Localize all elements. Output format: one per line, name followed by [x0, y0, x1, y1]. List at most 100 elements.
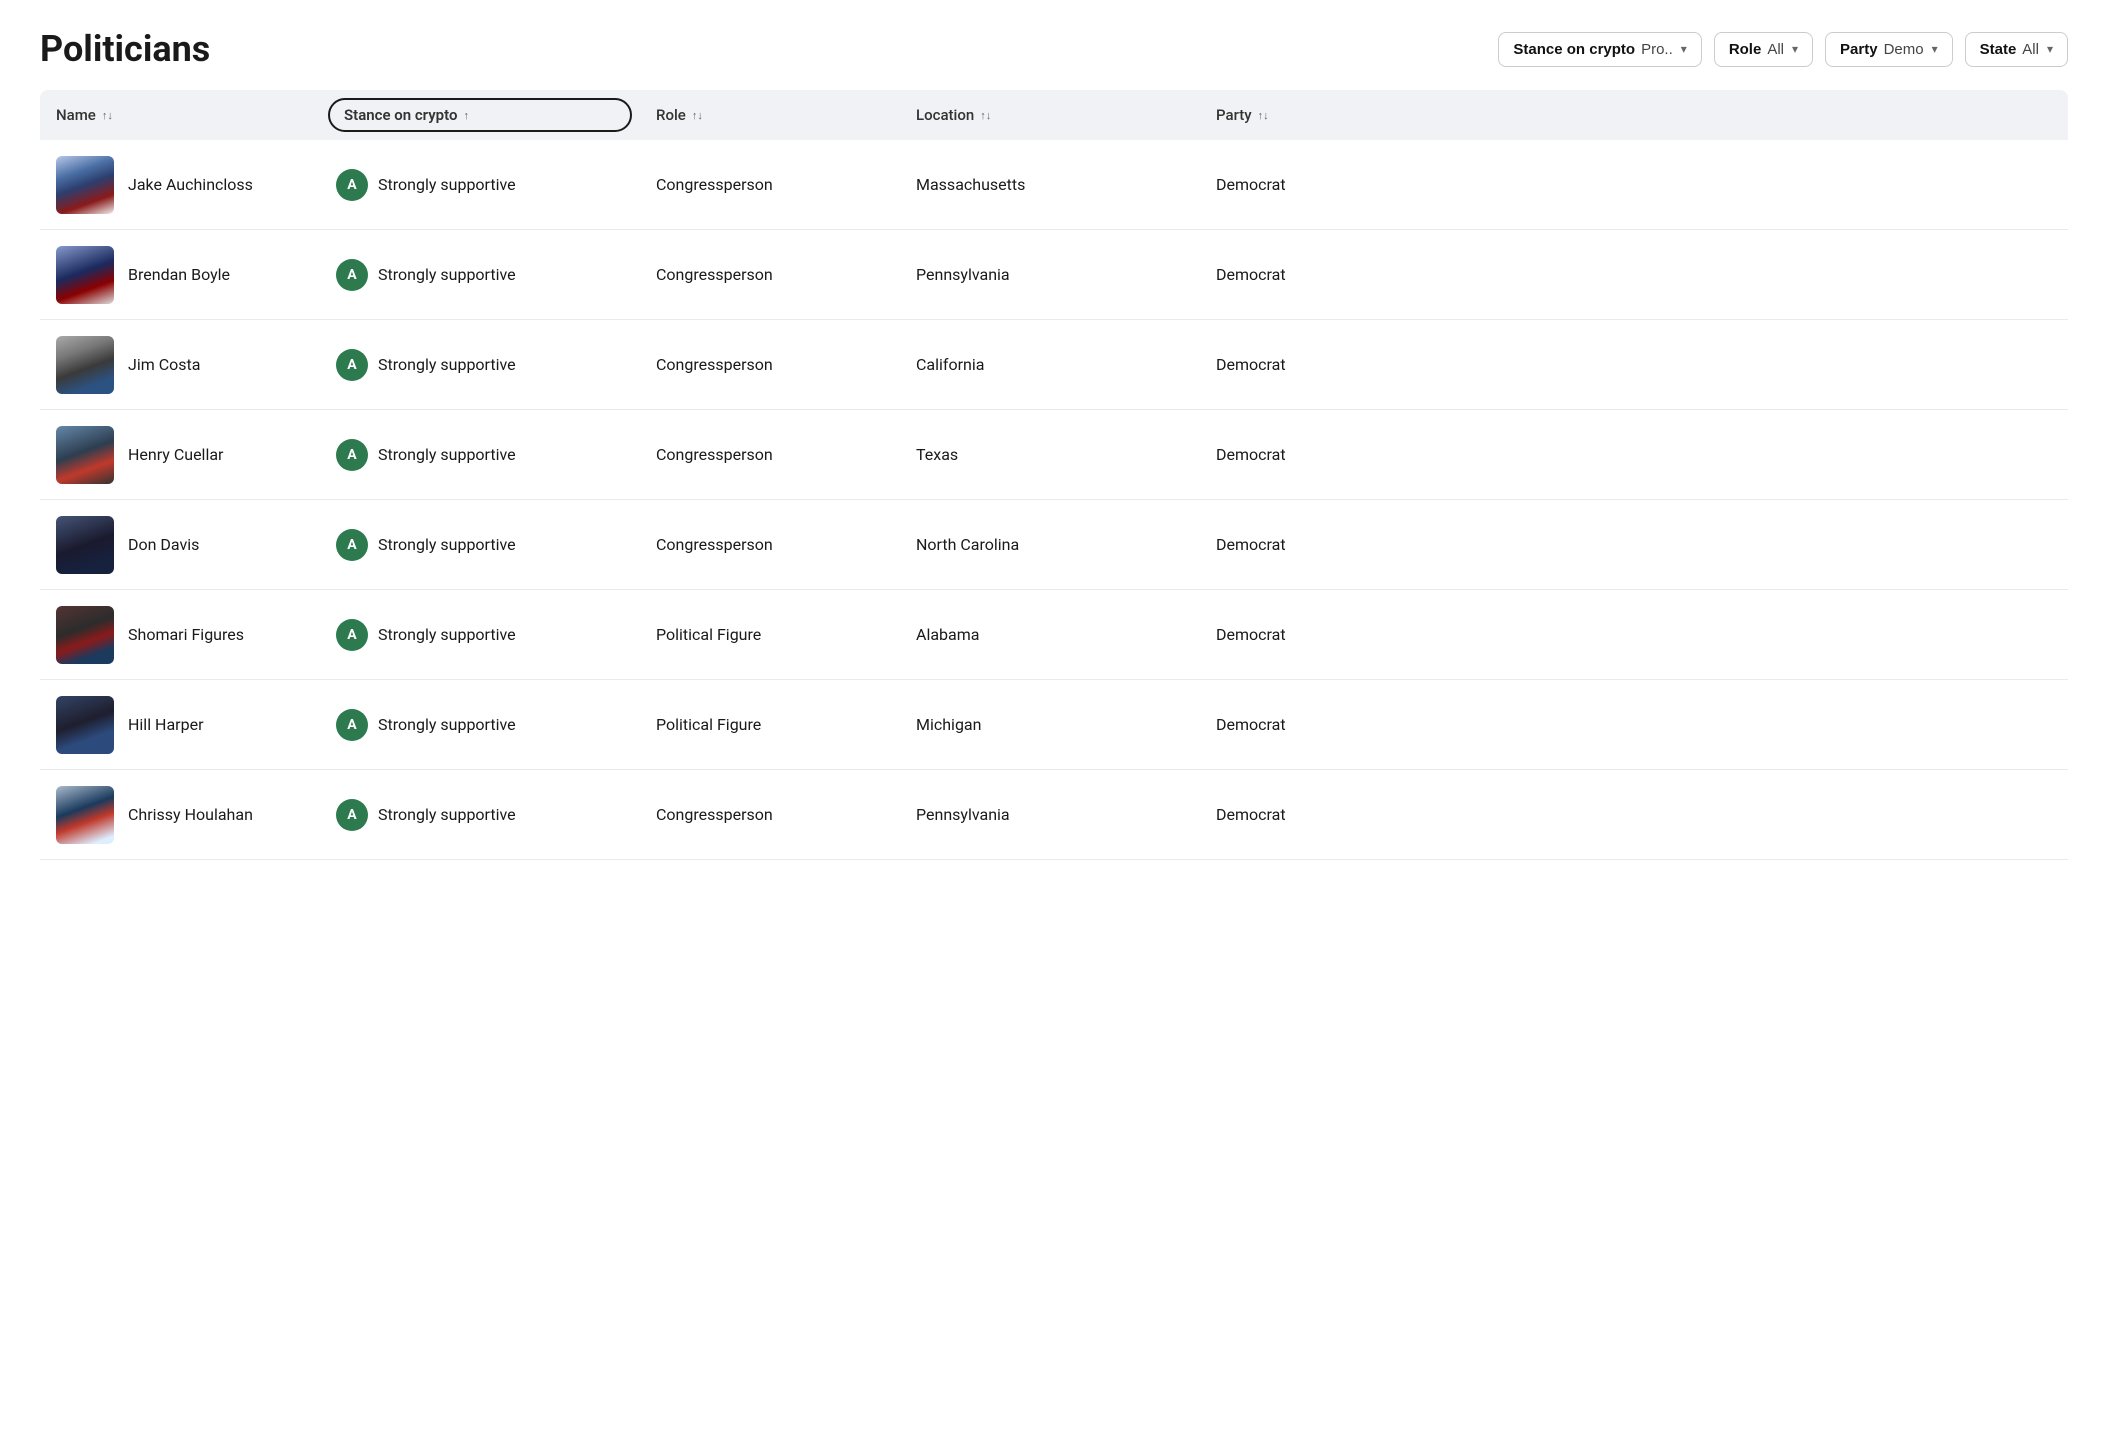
location-cell: Alabama	[900, 625, 1200, 644]
table-row[interactable]: Chrissy Houlahan A Strongly supportive C…	[40, 770, 2068, 860]
stance-text: Strongly supportive	[378, 805, 516, 824]
politician-name: Don Davis	[128, 535, 199, 554]
name-cell: Don Davis	[40, 516, 320, 574]
page-header: Politicians Stance on crypto Pro.. ▾ Rol…	[0, 0, 2108, 90]
location-cell: Massachusetts	[900, 175, 1200, 194]
politician-name: Jim Costa	[128, 355, 200, 374]
location-cell: California	[900, 355, 1200, 374]
col-location-label: Location	[916, 106, 974, 124]
stance-cell: A Strongly supportive	[320, 349, 640, 381]
stance-filter[interactable]: Stance on crypto Pro.. ▾	[1498, 32, 1701, 67]
role-cell: Congressperson	[640, 805, 900, 824]
politicians-table: Name ↑↓ Stance on crypto ↑ Role ↑↓ Locat…	[0, 90, 2108, 860]
table-body: Jake Auchincloss A Strongly supportive C…	[40, 140, 2068, 860]
stance-filter-value: Pro..	[1641, 41, 1673, 58]
location-cell: Pennsylvania	[900, 265, 1200, 284]
name-cell: Jake Auchincloss	[40, 156, 320, 214]
stance-cell: A Strongly supportive	[320, 529, 640, 561]
col-stance-label: Stance on crypto	[344, 106, 457, 124]
stance-badge: A	[336, 619, 368, 651]
stance-badge: A	[336, 259, 368, 291]
page-title: Politicians	[40, 28, 1482, 70]
avatar-face	[56, 516, 114, 574]
col-role[interactable]: Role ↑↓	[640, 104, 900, 126]
avatar	[56, 156, 114, 214]
state-filter-label: State	[1980, 41, 2017, 58]
avatar	[56, 516, 114, 574]
role-cell: Congressperson	[640, 445, 900, 464]
party-cell: Democrat	[1200, 175, 1400, 194]
col-party-sort: ↑↓	[1258, 110, 1269, 121]
stance-text: Strongly supportive	[378, 445, 516, 464]
location-cell: Pennsylvania	[900, 805, 1200, 824]
politician-name: Shomari Figures	[128, 625, 244, 644]
col-name[interactable]: Name ↑↓	[40, 104, 320, 126]
table-row[interactable]: Shomari Figures A Strongly supportive Po…	[40, 590, 2068, 680]
col-location[interactable]: Location ↑↓	[900, 104, 1200, 126]
state-filter-chevron: ▾	[2047, 42, 2053, 56]
location-cell: Texas	[900, 445, 1200, 464]
party-cell: Democrat	[1200, 355, 1400, 374]
role-filter-chevron: ▾	[1792, 42, 1798, 56]
table-header: Name ↑↓ Stance on crypto ↑ Role ↑↓ Locat…	[40, 90, 2068, 140]
stance-text: Strongly supportive	[378, 625, 516, 644]
table-row[interactable]: Don Davis A Strongly supportive Congress…	[40, 500, 2068, 590]
location-cell: Michigan	[900, 715, 1200, 734]
state-filter[interactable]: State All ▾	[1965, 32, 2068, 67]
stance-filter-chevron: ▾	[1681, 42, 1687, 56]
avatar-face	[56, 426, 114, 484]
stance-cell: A Strongly supportive	[320, 799, 640, 831]
stance-badge: A	[336, 349, 368, 381]
col-role-sort: ↑↓	[692, 110, 703, 121]
col-name-sort: ↑↓	[102, 110, 113, 121]
table-row[interactable]: Jim Costa A Strongly supportive Congress…	[40, 320, 2068, 410]
avatar-face	[56, 696, 114, 754]
stance-badge: A	[336, 529, 368, 561]
state-filter-value: All	[2022, 41, 2039, 58]
role-cell: Congressperson	[640, 265, 900, 284]
avatar	[56, 606, 114, 664]
party-filter-value: Demo	[1884, 41, 1924, 58]
name-cell: Jim Costa	[40, 336, 320, 394]
role-cell: Congressperson	[640, 535, 900, 554]
party-filter-chevron: ▾	[1932, 42, 1938, 56]
party-cell: Democrat	[1200, 445, 1400, 464]
stance-badge: A	[336, 169, 368, 201]
col-location-sort: ↑↓	[980, 110, 991, 121]
avatar	[56, 696, 114, 754]
role-filter[interactable]: Role All ▾	[1714, 32, 1813, 67]
role-cell: Congressperson	[640, 175, 900, 194]
stance-badge: A	[336, 799, 368, 831]
name-cell: Brendan Boyle	[40, 246, 320, 304]
party-cell: Democrat	[1200, 625, 1400, 644]
stance-text: Strongly supportive	[378, 265, 516, 284]
stance-badge: A	[336, 709, 368, 741]
table-row[interactable]: Henry Cuellar A Strongly supportive Cong…	[40, 410, 2068, 500]
party-cell: Democrat	[1200, 805, 1400, 824]
table-row[interactable]: Hill Harper A Strongly supportive Politi…	[40, 680, 2068, 770]
location-cell: North Carolina	[900, 535, 1200, 554]
stance-filter-label: Stance on crypto	[1513, 41, 1635, 58]
avatar	[56, 246, 114, 304]
col-name-label: Name	[56, 106, 96, 124]
stance-cell: A Strongly supportive	[320, 709, 640, 741]
col-stance-sort: ↑	[463, 110, 469, 121]
table-row[interactable]: Brendan Boyle A Strongly supportive Cong…	[40, 230, 2068, 320]
filter-bar: Stance on crypto Pro.. ▾ Role All ▾ Part…	[1498, 32, 2068, 67]
party-cell: Democrat	[1200, 535, 1400, 554]
politician-name: Hill Harper	[128, 715, 203, 734]
party-filter[interactable]: Party Demo ▾	[1825, 32, 1953, 67]
name-cell: Hill Harper	[40, 696, 320, 754]
avatar	[56, 426, 114, 484]
stance-cell: A Strongly supportive	[320, 439, 640, 471]
col-party[interactable]: Party ↑↓	[1200, 104, 1400, 126]
col-stance[interactable]: Stance on crypto ↑	[328, 98, 632, 132]
avatar-face	[56, 336, 114, 394]
politician-name: Henry Cuellar	[128, 445, 223, 464]
party-cell: Democrat	[1200, 715, 1400, 734]
stance-text: Strongly supportive	[378, 175, 516, 194]
table-row[interactable]: Jake Auchincloss A Strongly supportive C…	[40, 140, 2068, 230]
role-cell: Political Figure	[640, 715, 900, 734]
party-filter-label: Party	[1840, 41, 1878, 58]
col-role-label: Role	[656, 106, 686, 124]
